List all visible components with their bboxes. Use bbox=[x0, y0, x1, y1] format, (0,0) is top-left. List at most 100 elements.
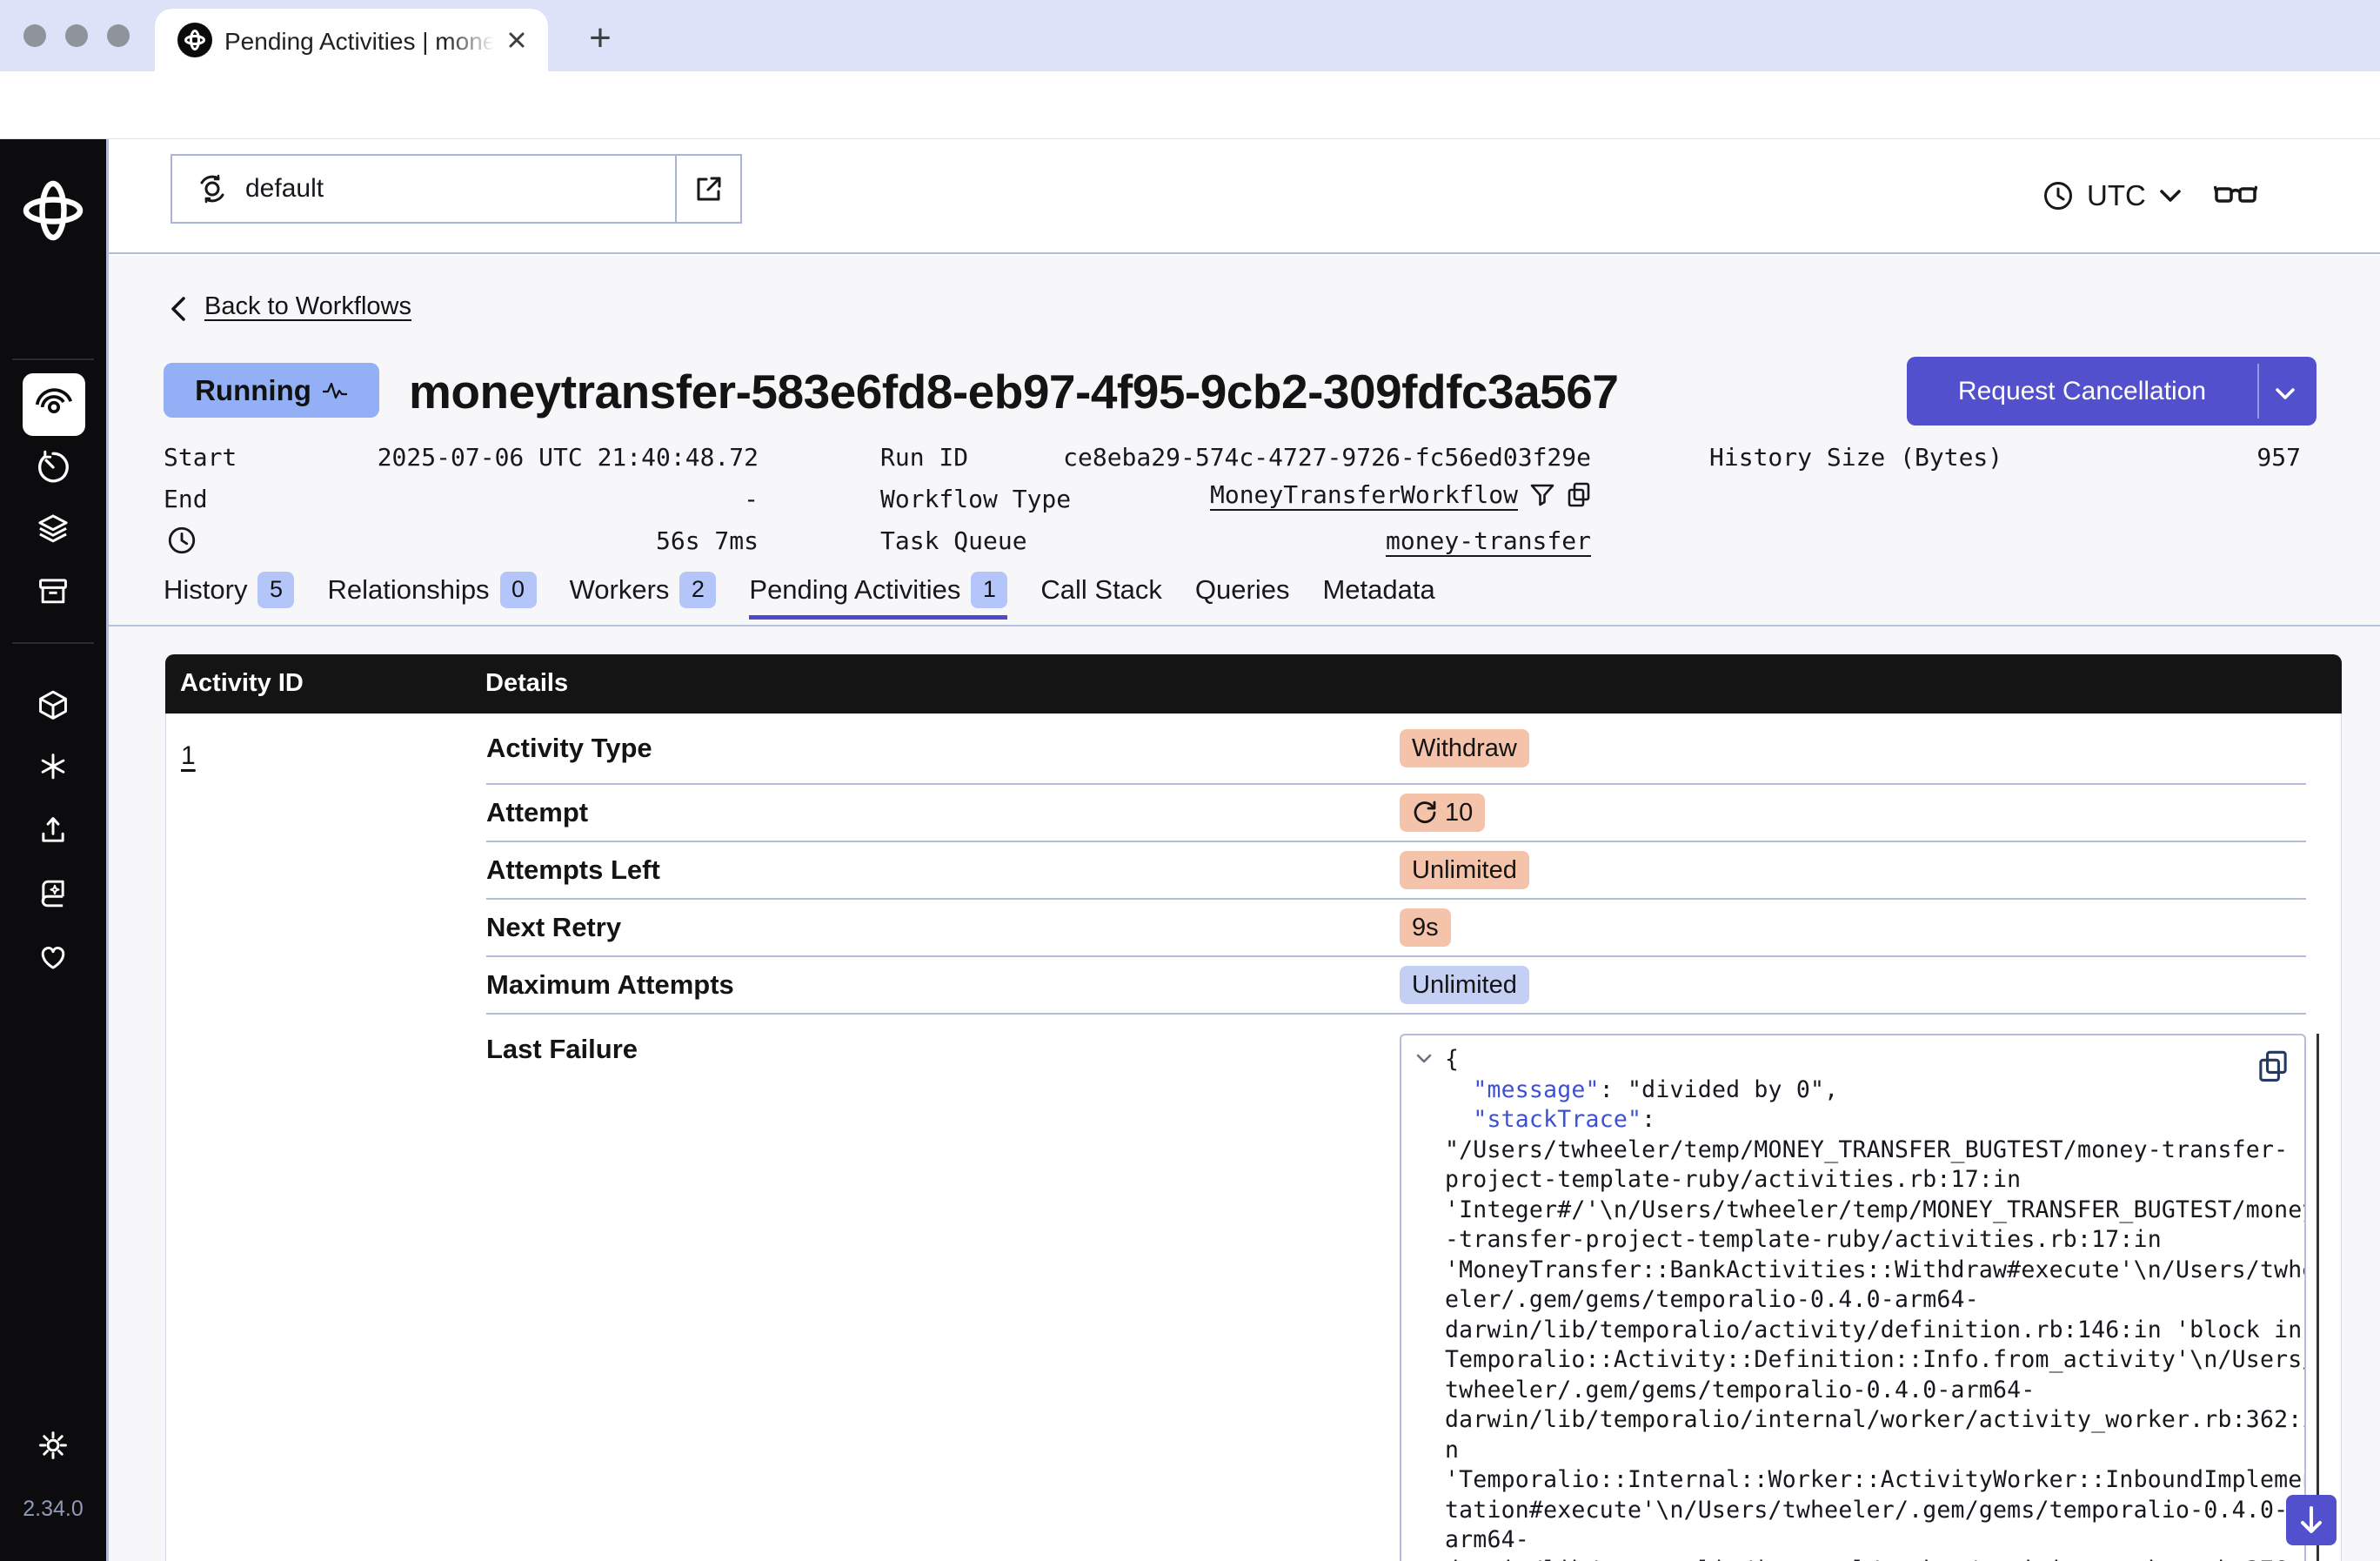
tab-label: History bbox=[164, 574, 247, 606]
detail-row-maximum-attempts: Maximum AttemptsUnlimited bbox=[486, 957, 2306, 1015]
sidebar-divider bbox=[12, 642, 94, 644]
theme-toggle-icon[interactable] bbox=[33, 1425, 73, 1465]
sidebar-item-import[interactable] bbox=[33, 811, 73, 851]
sidebar-item-batch-operations[interactable] bbox=[33, 572, 73, 612]
tab-pending-activities[interactable]: Pending Activities 1 bbox=[749, 571, 1007, 620]
detail-row-attempts-left: Attempts LeftUnlimited bbox=[486, 842, 2306, 900]
workflow-page: Back to Workflows Running moneytransfer-… bbox=[109, 256, 2380, 1561]
collapse-chevron-icon[interactable] bbox=[1415, 1053, 1433, 1064]
detail-row-label: Maximum Attempts bbox=[486, 969, 1400, 1001]
tab-label: Relationships bbox=[327, 574, 489, 606]
new-tab-button[interactable]: + bbox=[574, 14, 626, 66]
tab-count-badge: 0 bbox=[500, 572, 537, 608]
task-queue-label: Task Queue bbox=[880, 526, 1027, 556]
workflow-type-link[interactable]: MoneyTransferWorkflow bbox=[1210, 480, 1518, 510]
temporal-favicon bbox=[177, 23, 212, 57]
sidebar-item-workflows[interactable] bbox=[23, 373, 85, 436]
sidebar-item-schedules[interactable] bbox=[33, 447, 73, 487]
tab-separator bbox=[109, 625, 2380, 626]
back-to-workflows-link[interactable]: Back to Workflows bbox=[204, 292, 411, 321]
timezone-selector[interactable]: UTC bbox=[2042, 139, 2183, 252]
tab-count-badge: 2 bbox=[679, 572, 716, 608]
tab-count-badge: 1 bbox=[971, 572, 1007, 608]
sidebar-item-feedback[interactable] bbox=[33, 936, 73, 976]
sidebar-item-nexus[interactable] bbox=[33, 747, 73, 787]
sidebar: 2.34.0 bbox=[0, 139, 109, 1561]
content: default UTC bbox=[109, 139, 2380, 1561]
detail-row-label: Next Retry bbox=[486, 912, 1400, 943]
column-activity-id: Activity ID bbox=[180, 669, 304, 698]
tab-history[interactable]: History 5 bbox=[164, 571, 294, 620]
status-label: Running bbox=[195, 374, 311, 407]
sidebar-item-deployments[interactable] bbox=[33, 509, 73, 549]
detail-value-badge: 10 bbox=[1400, 794, 1485, 832]
tab-label: Call Stack bbox=[1040, 574, 1162, 606]
tab-call-stack[interactable]: Call Stack bbox=[1040, 571, 1162, 620]
scroll-to-bottom-button[interactable] bbox=[2286, 1495, 2337, 1545]
duration-value: 56s 7ms bbox=[656, 526, 759, 556]
last-failure-json-viewer[interactable]: { "message": "divided by 0", "stackTrace… bbox=[1400, 1034, 2306, 1561]
tab-relationships[interactable]: Relationships 0 bbox=[327, 571, 536, 620]
cancel-menu-chevron-icon[interactable] bbox=[2270, 385, 2300, 403]
column-details: Details bbox=[485, 669, 568, 698]
heartbeat-icon bbox=[322, 381, 348, 400]
code-scrollbar[interactable] bbox=[2316, 1034, 2319, 1561]
sidebar-item-namespaces[interactable] bbox=[33, 686, 73, 726]
status-badge: Running bbox=[164, 363, 379, 418]
detail-value-badge: Unlimited bbox=[1400, 966, 1529, 1004]
last-failure-row: Last Failure { "message": "divided by 0"… bbox=[486, 1015, 2306, 1561]
window-minimize-icon[interactable] bbox=[65, 24, 88, 47]
tab-workers[interactable]: Workers2 bbox=[570, 571, 717, 620]
pending-activities-table-header: Activity ID Details bbox=[165, 654, 2342, 714]
back-chevron-icon bbox=[168, 294, 189, 324]
tab-bar: History 5 Relationships 0 Workers2 Pending Ac… bbox=[164, 571, 1435, 620]
timezone-label: UTC bbox=[2087, 179, 2146, 212]
copy-icon[interactable] bbox=[1567, 482, 1591, 508]
namespace-selector[interactable]: default bbox=[170, 154, 742, 224]
detail-row-next-retry: Next Retry9s bbox=[486, 900, 2306, 957]
tab-close-icon[interactable] bbox=[505, 28, 529, 52]
detail-row-label: Attempts Left bbox=[486, 854, 1400, 886]
detail-row-label: Activity Type bbox=[486, 733, 1400, 764]
clock-icon bbox=[2042, 179, 2075, 212]
activity-id-link[interactable]: 1 bbox=[181, 741, 196, 771]
window-close-icon[interactable] bbox=[23, 24, 46, 47]
tab-label: Queries bbox=[1195, 574, 1290, 606]
sidebar-divider bbox=[12, 358, 94, 360]
temporal-logo-icon[interactable] bbox=[20, 178, 86, 244]
browser-toolbar: localhost:8080/namespaces/default/workfl… bbox=[0, 71, 2380, 139]
run-id-value: ce8eba29-574c-4727-9726-fc56ed03f29e bbox=[1063, 443, 1591, 472]
start-value: 2025-07-06 UTC 21:40:48.72 bbox=[378, 443, 759, 472]
last-failure-label: Last Failure bbox=[486, 1034, 1400, 1561]
duration-clock-icon bbox=[166, 525, 197, 556]
tab-label: Metadata bbox=[1322, 574, 1434, 606]
detail-value-badge: Unlimited bbox=[1400, 851, 1529, 889]
end-label: End bbox=[164, 485, 208, 514]
workflow-type-label: Workflow Type bbox=[880, 485, 1071, 514]
tab-queries[interactable]: Queries bbox=[1195, 571, 1290, 620]
run-id-label: Run ID bbox=[880, 443, 968, 472]
start-label: Start bbox=[164, 443, 237, 472]
ui-version: 2.34.0 bbox=[0, 1497, 106, 1522]
tab-count-badge: 5 bbox=[257, 572, 294, 608]
tab-title: Pending Activities | moneytrans bbox=[224, 28, 494, 56]
end-value: - bbox=[744, 485, 759, 514]
request-cancellation-button[interactable]: Request Cancellation bbox=[1907, 357, 2316, 425]
button-divider bbox=[2257, 364, 2259, 419]
labs-mode-icon[interactable] bbox=[2214, 180, 2257, 211]
tab-metadata[interactable]: Metadata bbox=[1322, 571, 1434, 620]
sidebar-item-docs[interactable] bbox=[33, 874, 73, 914]
tab-label: Pending Activities bbox=[749, 574, 960, 606]
workflow-id-title: moneytransfer-583e6fd8-eb97-4f95-9cb2-30… bbox=[409, 364, 1618, 419]
filter-icon[interactable] bbox=[1530, 484, 1554, 506]
arrow-down-icon bbox=[2296, 1504, 2326, 1537]
detail-row-attempt: Attempt10 bbox=[486, 785, 2306, 842]
detail-row-activity-type: Activity TypeWithdraw bbox=[486, 714, 2306, 785]
window-zoom-icon[interactable] bbox=[107, 24, 130, 47]
screen: Pending Activities | moneytrans + localh… bbox=[0, 0, 2380, 1561]
namespace-external-link-button[interactable] bbox=[675, 156, 740, 222]
namespace-name: default bbox=[245, 174, 324, 204]
browser-tab[interactable]: Pending Activities | moneytrans bbox=[155, 9, 548, 71]
task-queue-link[interactable]: money-transfer bbox=[1386, 526, 1591, 556]
chevron-down-icon bbox=[2158, 187, 2183, 204]
